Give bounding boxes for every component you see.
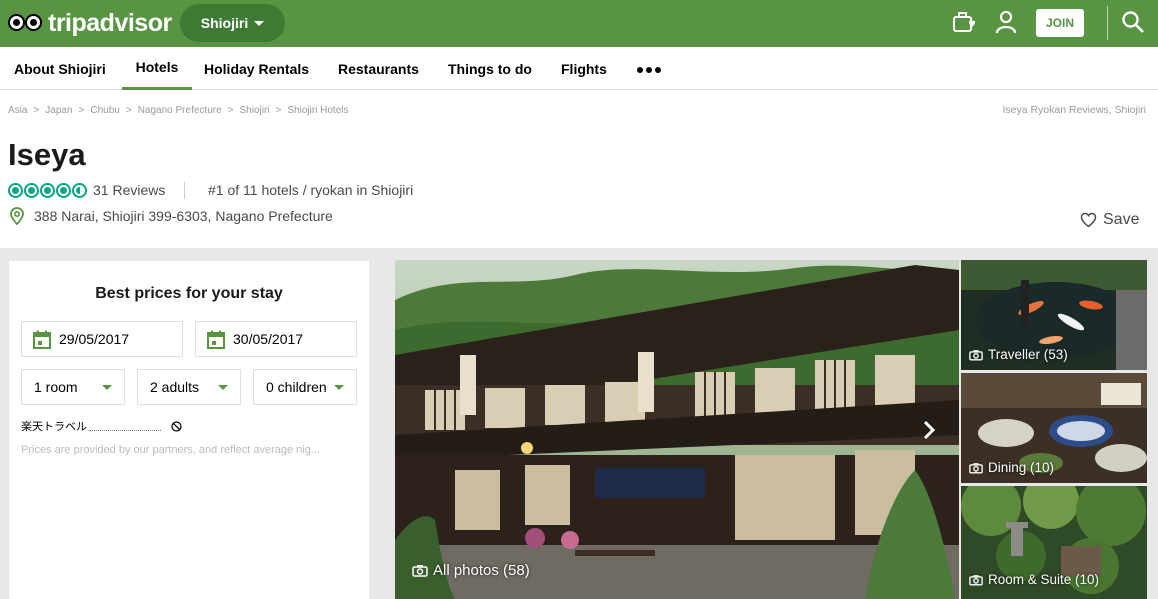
calendar-icon: [33, 330, 51, 349]
geo-label: Shiojiri: [200, 15, 249, 31]
rating-bubble-icon: [8, 182, 23, 198]
rating-half-bubble-icon: [72, 182, 87, 198]
breadcrumb-separator: >: [275, 105, 282, 116]
more-menu-icon[interactable]: [637, 67, 661, 73]
dropdown-arrow-icon: [334, 384, 344, 390]
checkin-value: 29/05/2017: [59, 331, 130, 347]
breadcrumb-separator: >: [33, 105, 40, 116]
chevron-right-icon[interactable]: [920, 419, 938, 441]
address-text: 388 Narai, Shiojiri 399-6303, Nagano Pre…: [34, 208, 333, 224]
camera-icon: [969, 462, 983, 473]
top-bar: tripadvisor Shiojiri JOIN: [0, 0, 1158, 47]
adults-value: 2 adults: [150, 379, 200, 395]
leader-dots: [89, 422, 161, 431]
rating-bubble-icon: [56, 182, 71, 198]
breadcrumb-separator: >: [78, 105, 85, 116]
breadcrumb-separator: >: [227, 105, 234, 116]
ryokan-photo: [395, 260, 959, 599]
all-photos-label: All photos (58): [433, 562, 530, 579]
nav-hotels[interactable]: Hotels: [122, 47, 192, 90]
traveller-photos-thumb[interactable]: Traveller (53): [961, 260, 1147, 370]
nav-things-to-do[interactable]: Things to do: [448, 47, 532, 90]
price-panel-title: Best prices for your stay: [95, 285, 283, 302]
header-divider: [1107, 6, 1108, 40]
checkout-value: 30/05/2017: [233, 331, 304, 347]
children-value: 0 children: [266, 379, 327, 395]
owl-logo-icon: [8, 12, 44, 34]
dining-photos-link[interactable]: Dining (10): [969, 460, 1054, 475]
review-count-link[interactable]: 31 Reviews: [93, 182, 165, 198]
rating-bubble-icon: [24, 182, 39, 198]
room-suite-photos-thumb[interactable]: Room & Suite (10): [961, 486, 1147, 599]
tripadvisor-logo[interactable]: tripadvisor: [8, 6, 172, 40]
all-photos-link[interactable]: All photos (58): [412, 562, 530, 579]
checkout-date-field[interactable]: 30/05/2017: [195, 321, 357, 357]
hotel-address: 388 Narai, Shiojiri 399-6303, Nagano Pre…: [10, 207, 333, 225]
dining-photos-thumb[interactable]: Dining (10): [961, 373, 1147, 483]
room-suite-photos-label: Room & Suite (10): [988, 572, 1100, 587]
camera-icon: [969, 349, 983, 360]
nav-holiday-rentals[interactable]: Holiday Rentals: [204, 47, 309, 90]
breadcrumb-item[interactable]: Shiojiri Hotels: [287, 105, 348, 116]
geo-selector-button[interactable]: Shiojiri: [180, 4, 285, 42]
room-suite-photos-link[interactable]: Room & Suite (10): [969, 572, 1099, 587]
rooms-value: 1 room: [34, 379, 78, 395]
rating-bubble-icon: [40, 182, 55, 198]
nav-flights[interactable]: Flights: [561, 47, 607, 90]
price-panel: Best prices for your stay 29/05/2017 30/…: [9, 261, 369, 599]
nav-about-shiojiri[interactable]: About Shiojiri: [14, 47, 106, 90]
breadcrumb-current-page: Iseya Ryokan Reviews, Shiojiri: [1002, 104, 1146, 116]
join-button[interactable]: JOIN: [1036, 9, 1084, 37]
breadcrumb-item[interactable]: Japan: [45, 105, 72, 116]
map-pin-icon: [10, 207, 24, 225]
unavailable-icon: [171, 420, 182, 432]
user-icon[interactable]: [995, 10, 1017, 34]
checkin-date-field[interactable]: 29/05/2017: [21, 321, 183, 357]
caret-down-icon: [254, 20, 265, 26]
breadcrumb-separator: >: [125, 105, 132, 116]
camera-icon: [412, 565, 428, 577]
camera-icon: [969, 574, 983, 585]
save-button[interactable]: Save: [1080, 211, 1139, 229]
children-select[interactable]: 0 children: [253, 369, 357, 405]
dining-photos-label: Dining (10): [988, 460, 1055, 475]
save-label: Save: [1103, 211, 1140, 228]
breadcrumb-item[interactable]: Nagano Prefecture: [138, 105, 222, 116]
traveller-photos-label: Traveller (53): [988, 347, 1068, 362]
main-photo[interactable]: All photos (58): [395, 260, 959, 599]
rating[interactable]: 31 Reviews: [8, 182, 165, 198]
adults-select[interactable]: 2 adults: [137, 369, 241, 405]
breadcrumb-item[interactable]: Shiojiri: [240, 105, 270, 116]
traveller-photos-link[interactable]: Traveller (53): [969, 347, 1068, 362]
breadcrumb-item[interactable]: Chubu: [90, 105, 119, 116]
search-icon[interactable]: [1121, 10, 1145, 34]
rooms-select[interactable]: 1 room: [21, 369, 125, 405]
trips-icon[interactable]: [952, 11, 976, 33]
dropdown-arrow-icon: [102, 384, 112, 390]
breadcrumb-item[interactable]: Asia: [8, 105, 27, 116]
partner-name: 楽天トラベル: [21, 421, 87, 433]
hotel-name: Iseya: [8, 137, 86, 172]
breadcrumb: Asia > Japan > Chubu > Nagano Prefecture…: [8, 105, 349, 116]
rating-divider: [184, 182, 185, 199]
main-nav: About Shiojiri Hotels Holiday Rentals Re…: [0, 47, 1158, 90]
heart-icon: [1080, 212, 1097, 228]
dropdown-arrow-icon: [218, 384, 228, 390]
price-disclaimer: Prices are provided by our partners, and…: [21, 444, 320, 456]
logo-text: tripadvisor: [48, 8, 172, 37]
hotel-rank[interactable]: #1 of 11 hotels / ryokan in Shiojiri: [208, 182, 413, 198]
calendar-icon: [207, 330, 225, 349]
partner-row[interactable]: 楽天トラベル: [21, 418, 182, 434]
nav-restaurants[interactable]: Restaurants: [338, 47, 419, 90]
